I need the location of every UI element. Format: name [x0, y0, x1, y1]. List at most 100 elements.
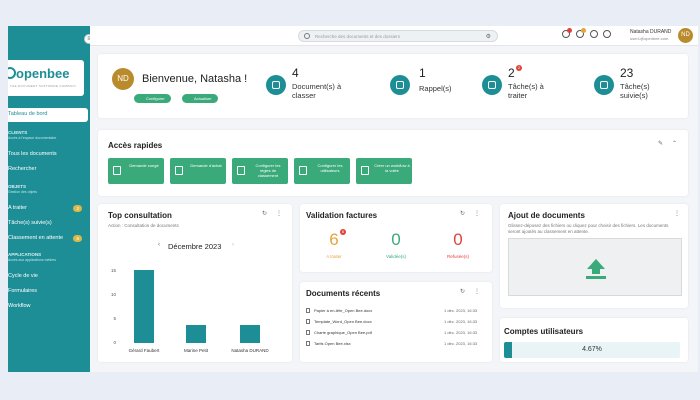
file-date: 1 déc. 2023, 16:33: [444, 341, 478, 346]
help-icon[interactable]: [590, 30, 598, 38]
button-label: Configurer les règles de classement: [255, 163, 281, 178]
search-icon: [304, 33, 310, 39]
section-title: Validation factures: [306, 211, 378, 220]
file-date: 1 déc. 2023, 16:33: [444, 308, 478, 313]
file-date: 1 déc. 2023, 16:33: [444, 330, 478, 335]
topbar: Recherche des documents et des dossiers …: [90, 26, 698, 46]
sidebar-item-workflow[interactable]: Workflow: [8, 303, 90, 309]
quick-filing-rules-button[interactable]: Configurer les règles de classement: [232, 158, 288, 184]
sidebar-item-to-process[interactable]: A traiter 2: [8, 205, 90, 212]
collapse-icon[interactable]: ⌃: [672, 140, 677, 147]
section-title: Comptes utilisateurs: [504, 327, 584, 336]
quick-access-card: Accès rapides ✎ ⌃ Demande congé Demande …: [98, 130, 688, 196]
stat-label[interactable]: Tâche(s) suivie(s): [620, 82, 670, 100]
stat-value: 23: [620, 66, 634, 80]
button-label: Créer un workflow à la volée: [374, 163, 410, 173]
quick-purchase-request-button[interactable]: Demande d'achat: [170, 158, 226, 184]
validated-count[interactable]: 0: [376, 230, 416, 250]
welcome-card: ND Bienvenue, Natasha ! Configurer Actua…: [98, 54, 688, 118]
sidebar-section-clients: CLIENTS Accès à l'espace documentaire: [8, 130, 56, 140]
app-window: openbee THE DOCUMENT SOFTWARE COMPANY Ta…: [8, 26, 698, 372]
top-consultation-card: Top consultation Action : Consultation d…: [98, 204, 292, 362]
list-item[interactable]: Template_Word_Open Bee.docx 1 déc. 2023, …: [306, 319, 486, 327]
sidebar-item-search[interactable]: Rechercher: [8, 166, 90, 172]
sidebar-item-all-documents[interactable]: Tous les documents: [8, 151, 90, 157]
user-name[interactable]: Natasha DURAND: [630, 29, 671, 35]
file-name: Tarifs Open Bee.xlsx: [314, 341, 351, 346]
sidebar-item-dashboard[interactable]: Tableau de bord: [8, 108, 88, 122]
sidebar-item-label: Cycle de vie: [8, 273, 38, 279]
followed-task-icon: [594, 75, 614, 95]
bar-chart: 15 10 5 0 Gérard Faubert Marine Petit Na…: [98, 204, 292, 362]
stat-value: 2: [508, 66, 515, 80]
sidebar-item-label: Rechercher: [8, 166, 37, 172]
quick-workflow-button[interactable]: Créer un workflow à la volée: [356, 158, 412, 184]
refresh-icon[interactable]: ↻: [460, 288, 465, 295]
more-icon[interactable]: ⋮: [674, 210, 680, 217]
accounts-progress-bar: 4.67%: [504, 342, 680, 358]
stat-label[interactable]: Document(s) à classer: [292, 82, 352, 100]
y-tick-label: 10: [110, 292, 116, 297]
task-dot: [581, 28, 586, 33]
to-process-count[interactable]: 6: [314, 230, 354, 250]
sidebar-item-lifecycle[interactable]: Cycle de vie: [8, 273, 90, 279]
file-name: Template_Word_Open Bee.docx: [314, 319, 372, 324]
filter-icon[interactable]: ⚙: [486, 32, 491, 43]
search-input[interactable]: Recherche des documents et des dossiers …: [298, 30, 498, 42]
upload-dropzone[interactable]: [508, 238, 682, 296]
avatar[interactable]: ND: [678, 28, 693, 43]
file-name: Papier à en-tête_Open Bee.docx: [314, 308, 373, 313]
chart-bar[interactable]: [134, 269, 154, 343]
section-subtitle: Gestion des objets: [8, 190, 37, 194]
settings-icon[interactable]: [603, 30, 611, 38]
sidebar-item-pending-filing[interactable]: Classement en attente 6: [8, 235, 90, 242]
sidebar-item-label: Formulaires: [8, 288, 38, 294]
document-icon: [266, 75, 286, 95]
more-icon[interactable]: ⋮: [474, 288, 480, 295]
stat-label[interactable]: Tâche(s) à traiter: [508, 82, 558, 100]
to-process-label: A traiter: [326, 254, 342, 259]
file-icon: [306, 341, 310, 346]
edit-icon[interactable]: ✎: [658, 140, 663, 147]
chart-bar[interactable]: [240, 324, 260, 343]
logo[interactable]: openbee THE DOCUMENT SOFTWARE COMPANY: [8, 60, 84, 96]
validated-label: Validée(s): [386, 254, 406, 259]
sidebar-item-forms[interactable]: Formulaires: [8, 288, 90, 294]
file-icon: [306, 319, 310, 324]
stat-label[interactable]: Rappel(s): [419, 84, 469, 93]
chart-bar[interactable]: [186, 324, 206, 343]
upload-description: Glissez-déposez des fichiers ou cliquez …: [508, 223, 669, 234]
section-title: Ajout de documents: [508, 211, 585, 220]
count-badge: 6: [340, 229, 346, 235]
form-icon: [113, 166, 121, 175]
refused-count[interactable]: 0: [438, 230, 478, 250]
list-item[interactable]: Charte graphique_Open Bee.pdf 1 déc. 2023…: [306, 330, 486, 338]
quick-users-button[interactable]: Configurer les utilisateurs: [294, 158, 350, 184]
file-icon: [306, 330, 310, 335]
y-tick-label: 15: [110, 268, 116, 273]
list-item[interactable]: Papier à en-tête_Open Bee.docx 1 déc. 202…: [306, 308, 486, 316]
image-icon: [237, 166, 245, 175]
sidebar-item-followed-tasks[interactable]: Tâche(s) suivie(s): [8, 220, 90, 226]
configure-button[interactable]: Configurer: [134, 94, 171, 103]
section-title: APPLICATIONS: [8, 252, 42, 257]
welcome-avatar: ND: [112, 68, 134, 90]
button-label: Demande d'achat: [190, 163, 222, 168]
refused-label: Refusée(s): [446, 254, 469, 259]
refresh-icon[interactable]: ↻: [460, 210, 465, 217]
x-tick-label: Marine Petit: [183, 348, 208, 353]
y-tick-label: 0: [113, 340, 116, 345]
upload-icon-base: [586, 276, 606, 279]
configure-label: Configurer: [146, 96, 165, 101]
sidebar-section-objects: OBJETS Gestion des objets: [8, 184, 37, 194]
more-icon[interactable]: ⋮: [474, 210, 480, 217]
file-icon: [306, 308, 310, 313]
list-item[interactable]: Tarifs Open Bee.xlsx 1 déc. 2023, 16:33: [306, 341, 486, 349]
refresh-button[interactable]: Actualiser: [182, 94, 218, 103]
refresh-label: Actualiser: [194, 96, 212, 101]
user-accounts-card: Comptes utilisateurs 4.67%: [500, 318, 688, 362]
quick-leave-request-button[interactable]: Demande congé: [108, 158, 164, 184]
x-tick-label: Gérard Faubert: [128, 348, 160, 353]
recent-documents-card: Documents récents ↻ ⋮ Papier à en-tête_O…: [300, 282, 492, 362]
sidebar-item-label: Classement en attente: [8, 235, 64, 241]
